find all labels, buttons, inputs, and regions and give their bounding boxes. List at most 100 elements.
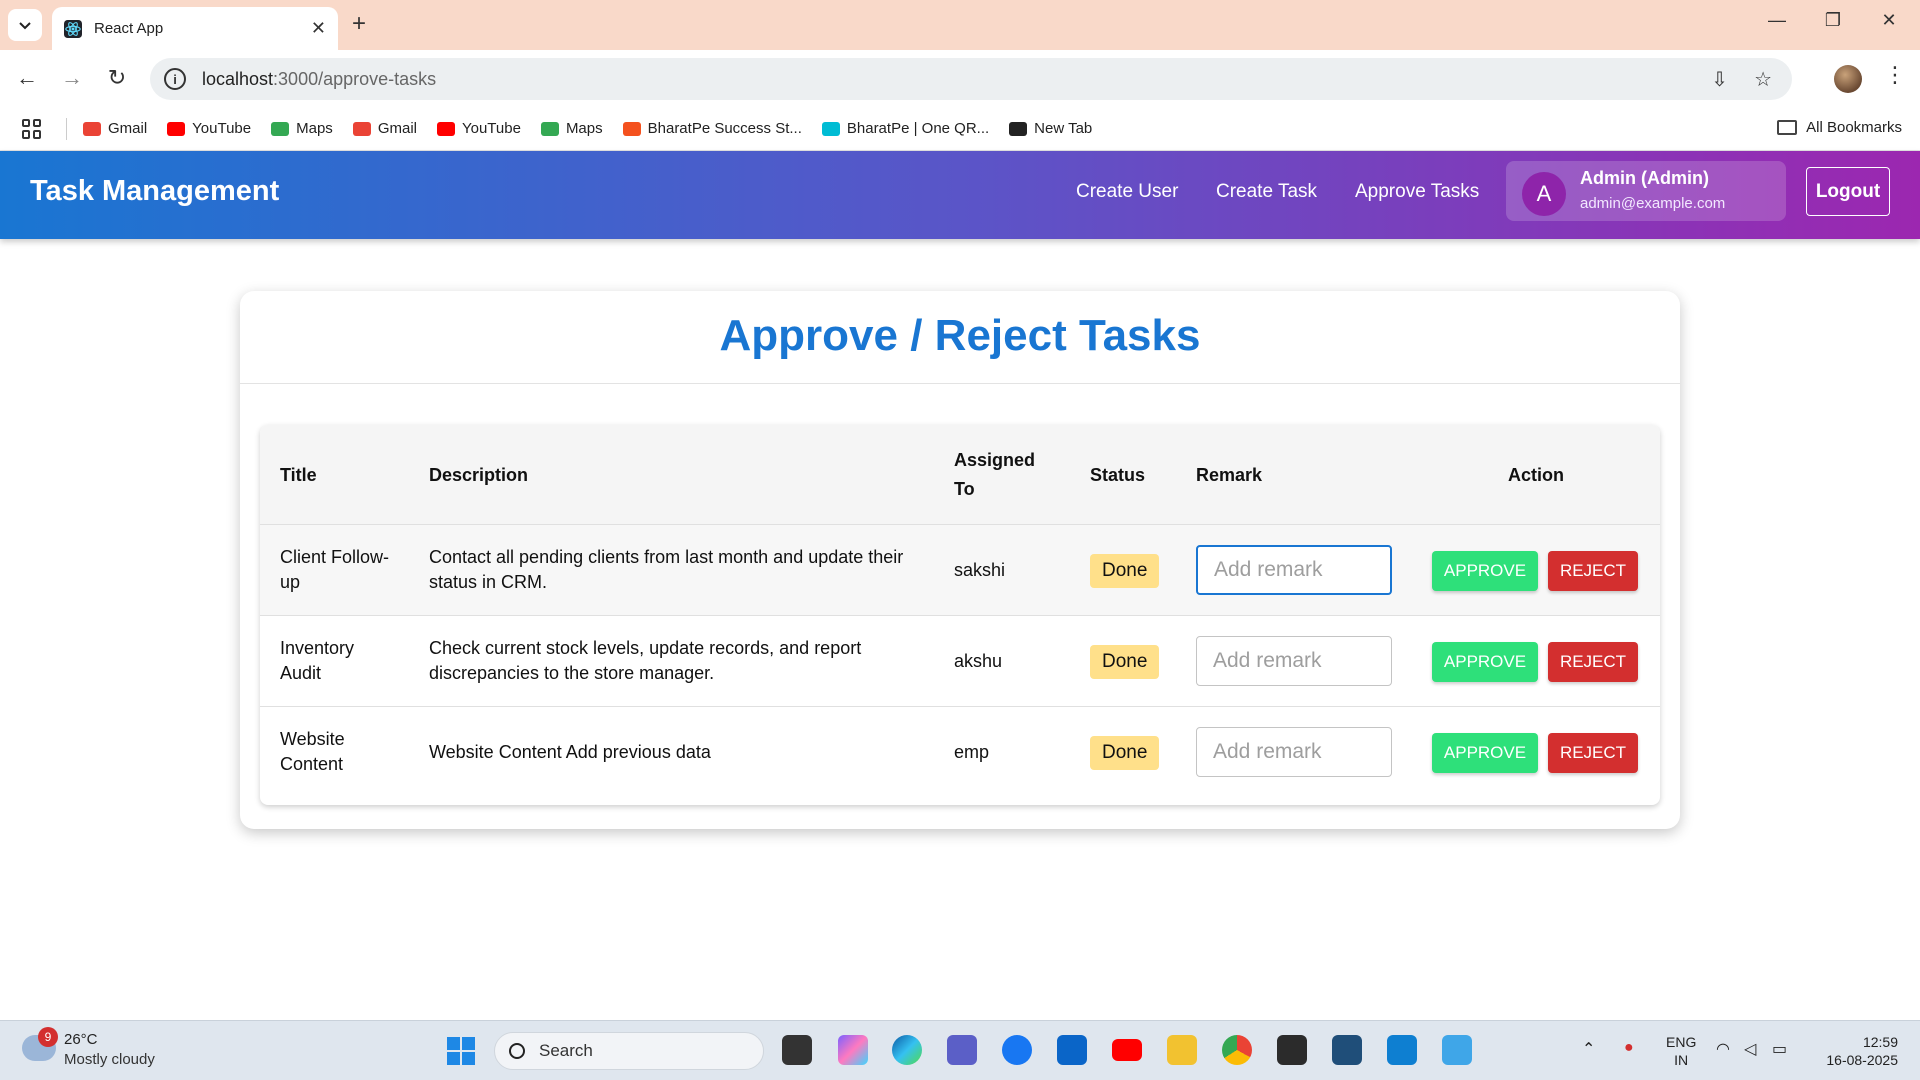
nav-create-task[interactable]: Create Task: [1216, 181, 1317, 203]
logout-button[interactable]: Logout: [1806, 167, 1890, 216]
task-title-line: Audit: [280, 663, 322, 683]
language-indicator[interactable]: ENG IN: [1666, 1033, 1696, 1069]
wifi-icon[interactable]: ◠: [1716, 1039, 1730, 1059]
browser-tab[interactable]: React App ✕: [52, 7, 338, 50]
search-icon: [509, 1043, 525, 1059]
bookmark-item[interactable]: Gmail: [352, 120, 417, 137]
approve-button[interactable]: APPROVE: [1432, 551, 1538, 591]
close-window-icon[interactable]: ✕: [1874, 10, 1904, 31]
bookmark-item[interactable]: YouTube: [167, 120, 251, 137]
table-row: Inventory Audit Check current stock leve…: [260, 616, 1660, 707]
microphone-icon[interactable]: ●: [1624, 1039, 1634, 1057]
apps-grid-icon[interactable]: [22, 118, 42, 139]
bookmark-label: BharatPe | One QR...: [846, 120, 990, 137]
task-description-line: discrepancies to the store manager.: [429, 663, 715, 683]
chrome-icon[interactable]: [1222, 1035, 1252, 1065]
bookmark-item[interactable]: BharatPe Success St...: [622, 120, 802, 137]
app-header: Task Management Create User Create Task …: [0, 151, 1920, 239]
bookmark-item[interactable]: Maps: [540, 120, 603, 137]
profile-avatar[interactable]: [1834, 65, 1862, 93]
task-title-line: Inventory: [280, 638, 355, 658]
column-assigned-line1: Assigned: [954, 450, 1036, 470]
all-bookmarks-button[interactable]: All Bookmarks: [1777, 119, 1902, 136]
task-view-icon[interactable]: [782, 1035, 812, 1065]
page-title: Approve / Reject Tasks: [719, 311, 1201, 360]
tab-search-button[interactable]: [8, 9, 42, 41]
teams-icon[interactable]: [947, 1035, 977, 1065]
task-description-line: Contact all pending clients from last mo…: [429, 547, 904, 567]
brand-title[interactable]: Task Management: [30, 175, 279, 208]
notepad-icon[interactable]: [1442, 1035, 1472, 1065]
file-explorer-icon[interactable]: [1167, 1035, 1197, 1065]
address-toolbar: ← → ↻ i localhost:3000/approve-tasks ⇩ ☆…: [0, 50, 1920, 107]
taskbar-search-label: Search: [539, 1041, 593, 1060]
facebook-icon[interactable]: [1002, 1035, 1032, 1065]
site-info-icon[interactable]: i: [164, 68, 186, 90]
task-title-line: Client Follow-: [280, 547, 390, 567]
store-icon[interactable]: [1057, 1035, 1087, 1065]
close-tab-icon[interactable]: ✕: [311, 18, 326, 39]
approve-button[interactable]: APPROVE: [1432, 642, 1538, 682]
reject-button[interactable]: REJECT: [1548, 551, 1638, 591]
column-assigned-line2: To: [954, 479, 975, 499]
forward-icon[interactable]: →: [57, 65, 87, 91]
reject-button[interactable]: REJECT: [1548, 733, 1638, 773]
browser-menu-icon[interactable]: ⋮: [1884, 62, 1906, 88]
bookmark-favicon-icon: [436, 121, 455, 136]
address-bar[interactable]: i localhost:3000/approve-tasks ⇩ ☆: [150, 58, 1792, 100]
vscode-icon[interactable]: [1387, 1035, 1417, 1065]
approve-button[interactable]: APPROVE: [1432, 733, 1538, 773]
back-icon[interactable]: ←: [12, 65, 42, 91]
bookmark-item[interactable]: BharatPe | One QR...: [821, 120, 990, 137]
bookmark-item[interactable]: YouTube: [436, 120, 521, 137]
bookmark-favicon-icon: [1009, 121, 1028, 136]
remark-input[interactable]: [1196, 545, 1392, 595]
chevron-up-icon[interactable]: ⌃: [1582, 1039, 1595, 1059]
bookmark-star-icon[interactable]: ☆: [1754, 67, 1772, 92]
task-assigned-to: sakshi: [954, 560, 1006, 580]
folder-icon: [1777, 120, 1798, 135]
new-tab-icon[interactable]: +: [352, 10, 366, 38]
tab-title: React App: [94, 20, 164, 37]
youtube-icon[interactable]: [1112, 1039, 1142, 1061]
bookmark-favicon-icon: [821, 121, 840, 136]
bookmark-item[interactable]: Maps: [271, 120, 333, 137]
minimize-icon[interactable]: —: [1762, 10, 1792, 31]
reload-icon[interactable]: ↻: [102, 65, 132, 91]
bookmark-label: Gmail: [377, 120, 417, 137]
edge-icon[interactable]: [892, 1035, 922, 1065]
bookmark-favicon-icon: [167, 121, 186, 136]
column-status: Status: [1090, 465, 1146, 485]
install-app-icon[interactable]: ⇩: [1711, 67, 1728, 92]
taskbar-search[interactable]: Search: [494, 1032, 764, 1070]
terminal-icon[interactable]: [1277, 1035, 1307, 1065]
copilot-icon[interactable]: [838, 1035, 868, 1065]
clock[interactable]: 12:59 16-08-2025: [1810, 1033, 1898, 1069]
bookmark-item[interactable]: New Tab: [1009, 120, 1092, 137]
bookmark-label: YouTube: [461, 120, 521, 137]
weather-description[interactable]: Mostly cloudy: [64, 1051, 155, 1068]
column-remark: Remark: [1196, 465, 1263, 485]
task-assigned-to: akshu: [954, 651, 1003, 671]
task-title: Inventory Audit: [280, 636, 354, 686]
status-badge: Done: [1090, 645, 1160, 679]
weather-temperature[interactable]: 26°C: [64, 1031, 98, 1048]
remark-input[interactable]: [1196, 636, 1392, 686]
bookmark-favicon-icon: [540, 121, 559, 136]
nav-create-user[interactable]: Create User: [1076, 181, 1178, 203]
task-description-line: Check current stock levels, update recor…: [429, 638, 862, 658]
task-title-line: Website: [280, 729, 345, 749]
bluetooth-app-icon[interactable]: [1332, 1035, 1362, 1065]
restore-icon[interactable]: ❐: [1818, 10, 1848, 31]
bookmark-favicon-icon: [622, 121, 641, 136]
volume-icon[interactable]: ◁: [1744, 1039, 1756, 1059]
clock-date: 16-08-2025: [1826, 1052, 1898, 1068]
url-path: :3000/approve-tasks: [273, 68, 437, 89]
remark-input[interactable]: [1196, 727, 1392, 777]
bookmark-item[interactable]: Gmail: [83, 120, 147, 137]
nav-approve-tasks[interactable]: Approve Tasks: [1355, 181, 1479, 203]
battery-icon[interactable]: ▭: [1772, 1039, 1787, 1059]
user-name: Admin (Admin): [1580, 168, 1709, 188]
windows-start-icon[interactable]: [447, 1037, 475, 1065]
reject-button[interactable]: REJECT: [1548, 642, 1638, 682]
